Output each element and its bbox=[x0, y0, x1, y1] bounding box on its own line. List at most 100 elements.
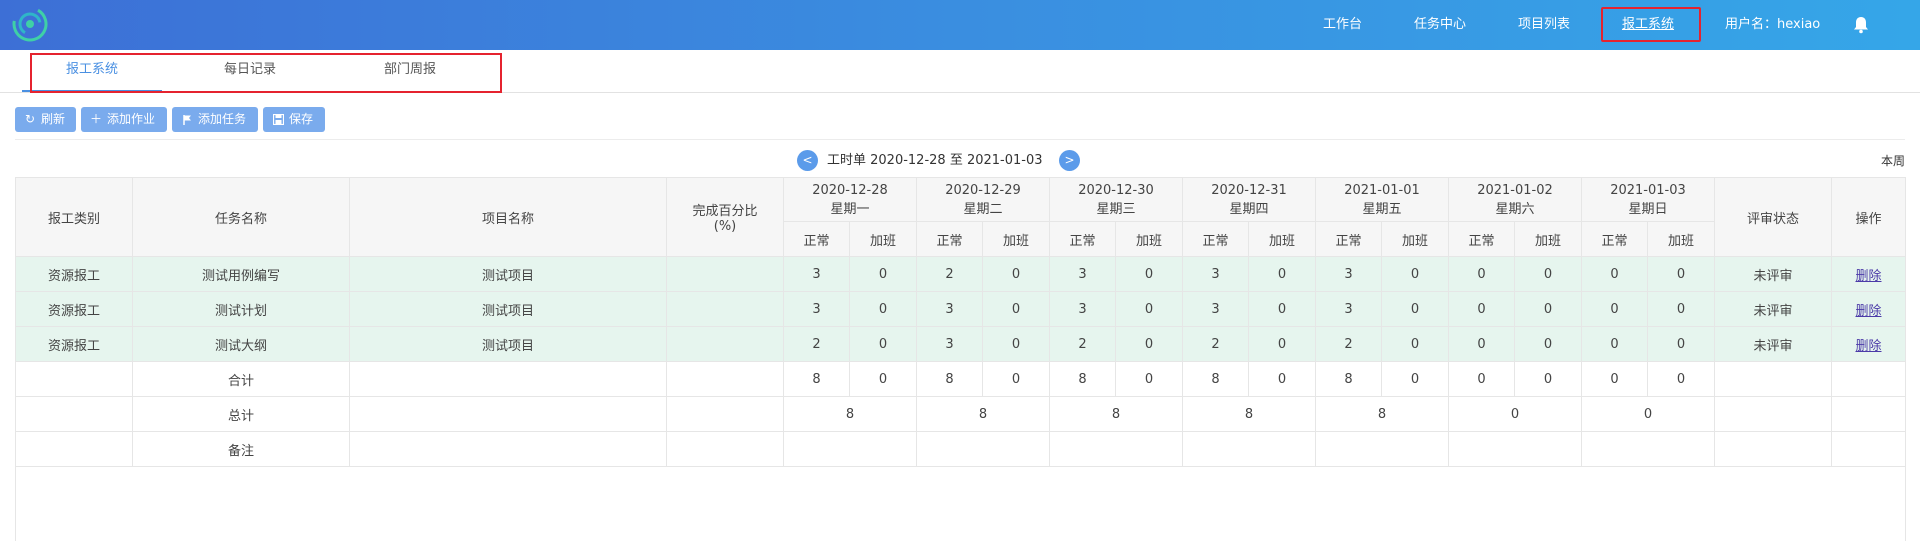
cell-empty bbox=[1714, 431, 1832, 467]
cell-hours[interactable]: 3 bbox=[916, 326, 983, 362]
delete-link[interactable]: 删除 bbox=[1855, 339, 1881, 354]
cell-hours[interactable]: 3 bbox=[783, 256, 850, 292]
cell-hours[interactable]: 0 bbox=[1647, 256, 1715, 292]
cell-hours[interactable]: 2 bbox=[1182, 326, 1249, 362]
this-week-link[interactable]: 本周 bbox=[1881, 150, 1905, 172]
cell-hours[interactable]: 2 bbox=[916, 256, 983, 292]
cell-hours[interactable]: 0 bbox=[1381, 256, 1449, 292]
cell-hours[interactable]: 3 bbox=[916, 291, 983, 327]
total-day: 8 bbox=[1315, 396, 1449, 432]
header-day-4: 2020-12-31 星期四 bbox=[1182, 177, 1316, 222]
bell-icon[interactable] bbox=[1851, 15, 1871, 35]
cell-hours[interactable]: 0 bbox=[1248, 291, 1316, 327]
cell-status: 未评审 bbox=[1714, 256, 1832, 292]
remark-day[interactable] bbox=[916, 431, 1050, 467]
cell-hours[interactable]: 2 bbox=[783, 326, 850, 362]
add-job-button[interactable]: ＋ 添加作业 bbox=[81, 107, 167, 132]
cell-percent[interactable] bbox=[666, 291, 784, 327]
day-date: 2021-01-03 bbox=[1610, 182, 1686, 198]
cell-hours[interactable]: 0 bbox=[1581, 326, 1648, 362]
remark-day[interactable] bbox=[1448, 431, 1582, 467]
subtotal-hours: 8 bbox=[916, 361, 983, 397]
add-task-button[interactable]: 添加任务 bbox=[172, 107, 258, 132]
header-day-3: 2020-12-30 星期三 bbox=[1049, 177, 1183, 222]
cell-hours[interactable]: 0 bbox=[849, 291, 917, 327]
cell-hours[interactable]: 0 bbox=[1115, 291, 1183, 327]
remark-day[interactable] bbox=[1182, 431, 1316, 467]
subtotal-row: 合计 8 0 8 0 8 0 8 0 8 0 0 0 0 0 bbox=[15, 361, 1906, 397]
cell-hours[interactable]: 0 bbox=[1248, 256, 1316, 292]
cell-hours[interactable]: 3 bbox=[1049, 291, 1116, 327]
cell-hours[interactable]: 0 bbox=[1448, 256, 1515, 292]
cell-hours[interactable]: 2 bbox=[1049, 326, 1116, 362]
cell-empty bbox=[666, 361, 784, 397]
cell-hours[interactable]: 0 bbox=[1115, 326, 1183, 362]
cell-hours[interactable]: 3 bbox=[1182, 256, 1249, 292]
delete-link[interactable]: 删除 bbox=[1855, 269, 1881, 284]
save-button[interactable]: 保存 bbox=[263, 107, 325, 132]
day-weekday: 星期一 bbox=[830, 201, 870, 217]
day-weekday: 星期五 bbox=[1362, 201, 1402, 217]
nav-project-list[interactable]: 项目列表 bbox=[1518, 0, 1570, 50]
header-project: 项目名称 bbox=[349, 177, 667, 257]
cell-empty bbox=[666, 396, 784, 432]
cell-hours[interactable]: 0 bbox=[982, 326, 1050, 362]
cell-hours[interactable]: 0 bbox=[1381, 291, 1449, 327]
cell-empty bbox=[349, 361, 667, 397]
cell-hours[interactable]: 0 bbox=[1448, 291, 1515, 327]
header-category: 报工类别 bbox=[15, 177, 133, 257]
cell-hours[interactable]: 0 bbox=[1115, 256, 1183, 292]
cell-percent[interactable] bbox=[666, 326, 784, 362]
cell-hours[interactable]: 0 bbox=[1448, 326, 1515, 362]
day-date: 2021-01-01 bbox=[1344, 182, 1420, 198]
cell-status: 未评审 bbox=[1714, 326, 1832, 362]
cell-hours[interactable]: 0 bbox=[1514, 326, 1582, 362]
cell-hours[interactable]: 0 bbox=[1248, 326, 1316, 362]
remark-day[interactable] bbox=[1049, 431, 1183, 467]
nav-task-center[interactable]: 任务中心 bbox=[1414, 0, 1466, 50]
subtotal-hours: 0 bbox=[1248, 361, 1316, 397]
header-normal-6: 正常 bbox=[1448, 221, 1515, 257]
remark-day[interactable] bbox=[783, 431, 917, 467]
day-weekday: 星期三 bbox=[1096, 201, 1136, 217]
cell-hours[interactable]: 0 bbox=[1647, 326, 1715, 362]
cell-hours[interactable]: 0 bbox=[982, 291, 1050, 327]
nav-workbench[interactable]: 工作台 bbox=[1323, 0, 1362, 50]
cell-empty bbox=[15, 361, 133, 397]
next-week-button[interactable]: > bbox=[1059, 150, 1080, 171]
cell-hours[interactable]: 0 bbox=[1381, 326, 1449, 362]
header-normal-1: 正常 bbox=[783, 221, 850, 257]
cell-empty bbox=[15, 396, 133, 432]
prev-week-button[interactable]: < bbox=[797, 150, 818, 171]
remark-day[interactable] bbox=[1315, 431, 1449, 467]
remark-day[interactable] bbox=[1581, 431, 1715, 467]
header-day-1: 2020-12-28 星期一 bbox=[783, 177, 917, 222]
cell-hours[interactable]: 0 bbox=[1581, 256, 1648, 292]
table-row[interactable]: 资源报工 测试计划 测试项目 3 0 3 0 3 0 3 0 3 0 0 0 0 0 未评审 删除 bbox=[15, 291, 1906, 327]
cell-hours[interactable]: 3 bbox=[1182, 291, 1249, 327]
day-weekday: 星期六 bbox=[1495, 201, 1535, 217]
cell-hours[interactable]: 0 bbox=[1647, 291, 1715, 327]
cell-empty bbox=[1831, 396, 1906, 432]
cell-hours[interactable]: 0 bbox=[1581, 291, 1648, 327]
cell-hours[interactable]: 3 bbox=[1315, 291, 1382, 327]
add-task-label: 添加任务 bbox=[198, 112, 247, 126]
cell-percent[interactable] bbox=[666, 256, 784, 292]
cell-hours[interactable]: 0 bbox=[1514, 291, 1582, 327]
app-logo-icon[interactable] bbox=[12, 6, 48, 42]
cell-hours[interactable]: 0 bbox=[849, 326, 917, 362]
cell-hours[interactable]: 0 bbox=[1514, 256, 1582, 292]
cell-hours[interactable]: 0 bbox=[849, 256, 917, 292]
refresh-button[interactable]: ↻ 刷新 bbox=[15, 107, 76, 132]
table-row[interactable]: 资源报工 测试用例编写 测试项目 3 0 2 0 3 0 3 0 3 0 0 0 0 0 未评审 删除 bbox=[15, 256, 1906, 292]
cell-hours[interactable]: 3 bbox=[1315, 256, 1382, 292]
table-row[interactable]: 资源报工 测试大纲 测试项目 2 0 3 0 2 0 2 0 2 0 0 0 0 0 未评审 删除 bbox=[15, 326, 1906, 362]
delete-link[interactable]: 删除 bbox=[1855, 304, 1881, 319]
cell-hours[interactable]: 3 bbox=[1049, 256, 1116, 292]
cell-hours[interactable]: 0 bbox=[982, 256, 1050, 292]
header-task: 任务名称 bbox=[132, 177, 350, 257]
cell-hours[interactable]: 3 bbox=[783, 291, 850, 327]
day-date: 2020-12-31 bbox=[1211, 182, 1287, 198]
cell-hours[interactable]: 2 bbox=[1315, 326, 1382, 362]
day-date: 2020-12-29 bbox=[945, 182, 1021, 198]
